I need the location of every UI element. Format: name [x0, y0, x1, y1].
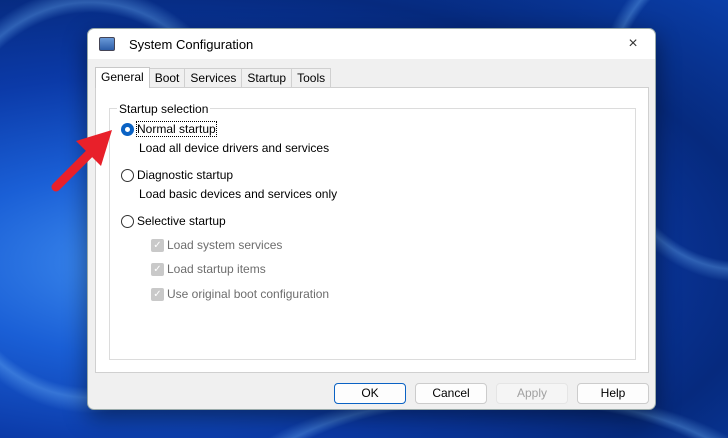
radio-selected-icon [121, 122, 134, 136]
selective-startup-radio[interactable]: Selective startup [121, 214, 226, 228]
selective-startup-label: Selective startup [137, 214, 226, 228]
group-label: Startup selection [117, 102, 211, 116]
use-original-boot-config-checkbox[interactable]: ✓ Use original boot configuration [151, 287, 329, 301]
tab-bar: General Boot Services Startup Tools [95, 67, 332, 88]
tab-startup[interactable]: Startup [241, 68, 293, 87]
checkmark-icon: ✓ [151, 262, 164, 276]
checkmark-icon: ✓ [151, 287, 164, 301]
title-bar: System Configuration × [88, 29, 655, 59]
normal-startup-label: Normal startup [136, 121, 217, 137]
msconfig-app-icon [99, 37, 115, 51]
checkbox-label: Load startup items [167, 262, 266, 276]
diagnostic-startup-radio[interactable]: Diagnostic startup [121, 168, 233, 182]
window-title: System Configuration [129, 36, 254, 52]
general-panel: Startup selection Normal startup Load al… [95, 87, 649, 373]
load-startup-items-checkbox[interactable]: ✓ Load startup items [151, 262, 266, 276]
radio-icon [121, 168, 134, 182]
normal-startup-desc: Load all device drivers and services [139, 141, 330, 155]
system-configuration-dialog: System Configuration × General Boot Serv… [87, 28, 656, 410]
diagnostic-startup-label: Diagnostic startup [137, 168, 234, 182]
checkbox-label: Load system services [167, 238, 283, 252]
ok-button[interactable]: OK [334, 383, 406, 404]
tab-boot[interactable]: Boot [148, 68, 186, 87]
normal-startup-radio[interactable]: Normal startup [121, 121, 217, 137]
close-icon[interactable]: × [611, 29, 655, 59]
load-system-services-checkbox[interactable]: ✓ Load system services [151, 238, 282, 252]
tab-general[interactable]: General [95, 67, 150, 88]
help-button[interactable]: Help [577, 383, 649, 404]
red-arrow-annotation [51, 130, 112, 192]
startup-selection-group: Startup selection Normal startup Load al… [109, 102, 636, 360]
apply-button[interactable]: Apply [496, 383, 568, 404]
cancel-button[interactable]: Cancel [415, 383, 487, 404]
radio-icon [121, 214, 134, 228]
tab-services[interactable]: Services [184, 68, 243, 87]
tab-tools[interactable]: Tools [291, 68, 332, 87]
diagnostic-startup-desc: Load basic devices and services only [139, 187, 338, 201]
checkbox-label: Use original boot configuration [167, 287, 330, 301]
checkmark-icon: ✓ [151, 238, 164, 252]
